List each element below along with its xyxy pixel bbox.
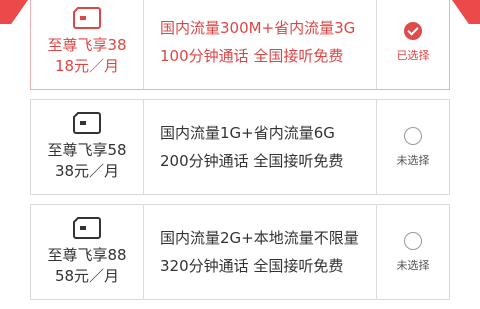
plan-price: 38元／月 <box>54 162 120 180</box>
plan-data-allowance: 国内流量1G+省内流量6G <box>160 124 335 142</box>
plan-call-minutes: 320分钟通话 全国接听免费 <box>160 257 344 275</box>
decorative-ribbon-right <box>452 0 480 24</box>
plan-name-column: 至尊飞享88 58元／月 <box>31 205 144 299</box>
plan-name: 至尊飞享88 <box>47 246 127 264</box>
sim-card-icon <box>73 112 101 134</box>
plan-description: 国内流量300M+省内流量3G 100分钟通话 全国接听免费 <box>144 0 377 89</box>
decorative-ribbon-left <box>0 0 28 24</box>
plan-call-minutes: 200分钟通话 全国接听免费 <box>160 152 344 170</box>
plan-select-column[interactable]: 未选择 <box>377 100 449 194</box>
plan-card-58[interactable]: 至尊飞享58 38元／月 国内流量1G+省内流量6G 200分钟通话 全国接听免… <box>30 99 450 195</box>
selection-status: 已选择 <box>396 48 430 62</box>
selection-status: 未选择 <box>396 153 430 167</box>
plan-select-column[interactable]: 未选择 <box>377 205 449 299</box>
plan-name-column: 至尊飞享58 38元／月 <box>31 100 144 194</box>
selected-check-radio[interactable] <box>404 21 422 40</box>
sim-card-icon <box>73 7 101 29</box>
plan-data-allowance: 国内流量2G+本地流量不限量 <box>160 229 359 247</box>
plan-name-column: 至尊飞享38 18元／月 <box>31 0 144 89</box>
plan-card-38[interactable]: 至尊飞享38 18元／月 国内流量300M+省内流量3G 100分钟通话 全国接… <box>30 0 450 90</box>
plan-price: 18元／月 <box>54 57 120 75</box>
plan-card-88[interactable]: 至尊飞享88 58元／月 国内流量2G+本地流量不限量 320分钟通话 全国接听… <box>30 204 450 300</box>
plan-data-allowance: 国内流量300M+省内流量3G <box>160 19 356 37</box>
unselected-radio[interactable] <box>404 231 422 250</box>
plan-price: 58元／月 <box>54 267 120 285</box>
selection-status: 未选择 <box>396 258 430 272</box>
plan-name: 至尊飞享38 <box>47 36 127 54</box>
plan-description: 国内流量1G+省内流量6G 200分钟通话 全国接听免费 <box>144 100 377 194</box>
plan-call-minutes: 100分钟通话 全国接听免费 <box>160 47 344 65</box>
plan-description: 国内流量2G+本地流量不限量 320分钟通话 全国接听免费 <box>144 205 377 299</box>
plan-select-column[interactable]: 已选择 <box>377 0 449 89</box>
sim-card-icon <box>73 217 101 239</box>
plan-list: 至尊飞享38 18元／月 国内流量300M+省内流量3G 100分钟通话 全国接… <box>30 0 450 309</box>
plan-name: 至尊飞享58 <box>47 141 127 159</box>
unselected-radio[interactable] <box>404 126 422 145</box>
